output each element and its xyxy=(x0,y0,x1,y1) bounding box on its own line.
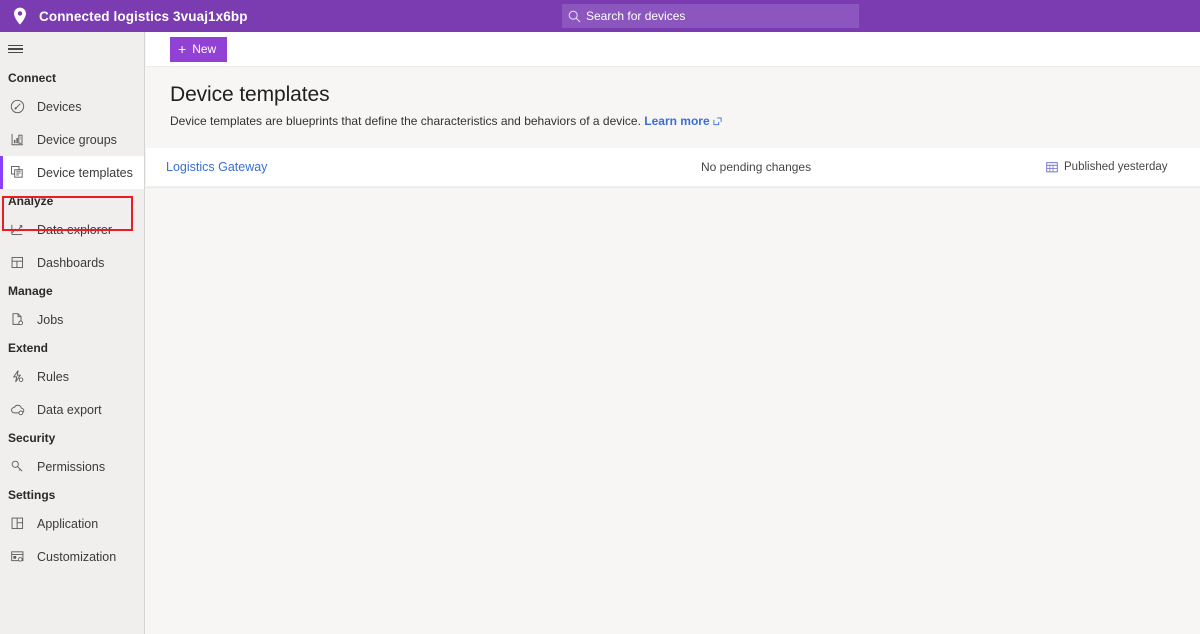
top-header-bar: Connected logistics 3vuaj1x6bp xyxy=(0,0,1200,32)
data-export-icon xyxy=(8,401,26,419)
dashboards-icon xyxy=(8,254,26,272)
sidebar-item-label: Device templates xyxy=(37,166,133,180)
sidebar-item-devices[interactable]: Devices xyxy=(0,90,144,123)
template-published: Published yesterday xyxy=(1046,161,1168,173)
sidebar-item-data-export[interactable]: Data export xyxy=(0,393,144,426)
sidebar-item-label: Permissions xyxy=(37,460,105,474)
sidebar-navigation: Connect Devices xyxy=(0,32,145,634)
sidebar-item-customization[interactable]: Customization xyxy=(0,540,144,573)
sidebar-item-permissions[interactable]: Permissions xyxy=(0,450,144,483)
sidebar-section-connect: Connect xyxy=(0,66,144,90)
main-content: Device templates Device templates are bl… xyxy=(146,67,1200,634)
sidebar-item-dashboards[interactable]: Dashboards xyxy=(0,246,144,279)
external-link-icon xyxy=(713,115,722,129)
template-name-link[interactable]: Logistics Gateway xyxy=(166,160,267,174)
hamburger-bar xyxy=(8,45,23,47)
app-title: Connected logistics 3vuaj1x6bp xyxy=(39,9,248,24)
sidebar-item-device-templates[interactable]: Device templates xyxy=(0,156,144,189)
hamburger-menu-icon[interactable] xyxy=(0,32,145,66)
page-title: Device templates xyxy=(146,67,1200,107)
sidebar-item-label: Devices xyxy=(37,100,81,114)
sidebar-item-label: Rules xyxy=(37,370,69,384)
device-templates-icon xyxy=(8,164,26,182)
page-description: Device templates are blueprints that def… xyxy=(146,107,1200,129)
application-icon xyxy=(8,515,26,533)
device-groups-icon xyxy=(8,131,26,149)
table-row[interactable]: Logistics Gateway No pending changes Pub… xyxy=(146,148,1200,187)
sidebar-item-label: Dashboards xyxy=(37,256,104,270)
customization-icon xyxy=(8,548,26,566)
sidebar-section-security: Security xyxy=(0,426,144,450)
new-button[interactable]: + New xyxy=(170,37,227,62)
sidebar-section-manage: Manage xyxy=(0,279,144,303)
sidebar-item-label: Data export xyxy=(37,403,102,417)
learn-more-link[interactable]: Learn more xyxy=(644,114,709,128)
sidebar-item-label: Jobs xyxy=(37,313,63,327)
command-bar: + New xyxy=(146,32,1200,67)
sidebar-section-settings: Settings xyxy=(0,483,144,507)
sidebar-item-application[interactable]: Application xyxy=(0,507,144,540)
location-pin-icon xyxy=(6,7,34,25)
search-icon xyxy=(562,10,586,23)
template-published-label: Published yesterday xyxy=(1064,161,1168,173)
page-description-text: Device templates are blueprints that def… xyxy=(170,114,641,128)
sidebar-section-analyze: Analyze xyxy=(0,189,144,213)
sidebar-item-jobs[interactable]: Jobs xyxy=(0,303,144,336)
devices-icon xyxy=(8,98,26,116)
jobs-icon xyxy=(8,311,26,329)
data-explorer-icon xyxy=(8,221,26,239)
global-search[interactable] xyxy=(562,4,859,28)
hamburger-bar xyxy=(8,52,23,54)
search-input[interactable] xyxy=(586,5,841,27)
plus-icon: + xyxy=(178,42,186,56)
template-status: No pending changes xyxy=(701,160,811,174)
hamburger-bar xyxy=(8,48,23,50)
sidebar-item-label: Application xyxy=(37,517,98,531)
key-icon xyxy=(8,458,26,476)
device-templates-list: Logistics Gateway No pending changes Pub… xyxy=(146,148,1200,187)
sidebar-item-rules[interactable]: Rules xyxy=(0,360,144,393)
new-button-label: New xyxy=(192,42,216,56)
rules-icon xyxy=(8,368,26,386)
sidebar-item-label: Customization xyxy=(37,550,116,564)
sidebar-item-label: Data explorer xyxy=(37,223,112,237)
calendar-icon xyxy=(1046,161,1058,173)
sidebar-item-data-explorer[interactable]: Data explorer xyxy=(0,213,144,246)
app-brand[interactable]: Connected logistics 3vuaj1x6bp xyxy=(0,0,248,32)
sidebar-section-extend: Extend xyxy=(0,336,144,360)
app-root: Connected logistics 3vuaj1x6bp Connect xyxy=(0,0,1200,634)
sidebar-item-label: Device groups xyxy=(37,133,117,147)
sidebar-item-device-groups[interactable]: Device groups xyxy=(0,123,144,156)
